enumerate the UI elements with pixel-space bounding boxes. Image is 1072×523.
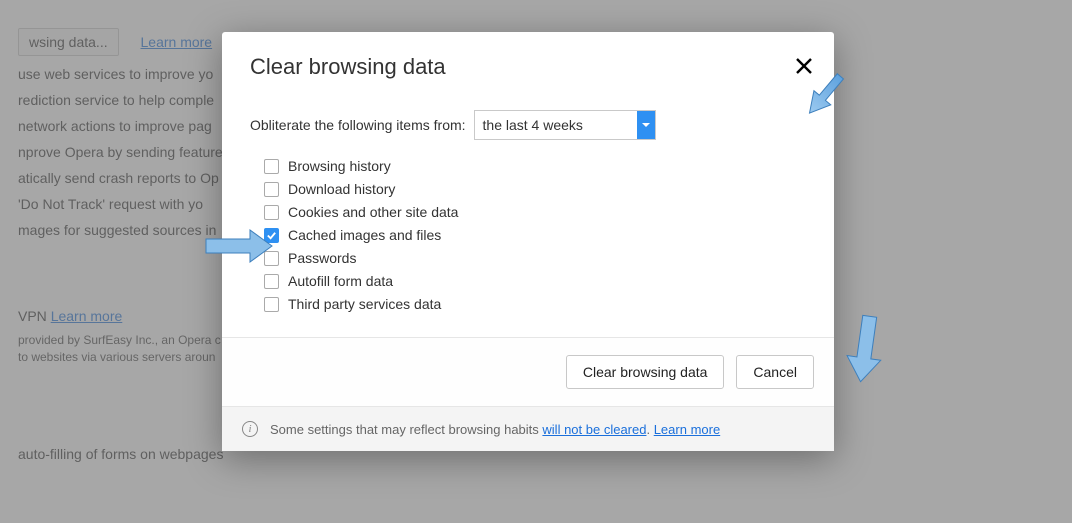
data-type-list: Browsing history Download history Cookie…	[264, 158, 806, 312]
check-label: Autofill form data	[288, 273, 393, 289]
checkbox-checked[interactable]	[264, 228, 279, 243]
clear-browsing-data-button[interactable]: Clear browsing data	[566, 355, 725, 389]
info-icon: i	[242, 421, 258, 437]
check-passwords[interactable]: Passwords	[264, 250, 806, 266]
dialog-title: Clear browsing data	[250, 54, 806, 80]
time-range-label: Obliterate the following items from:	[250, 117, 466, 133]
check-label: Cookies and other site data	[288, 204, 458, 220]
checkbox[interactable]	[264, 159, 279, 174]
footer-link-learn-more[interactable]: Learn more	[654, 422, 720, 437]
check-label: Passwords	[288, 250, 356, 266]
checkmark-icon	[266, 230, 277, 241]
close-icon	[794, 56, 814, 76]
check-browsing-history[interactable]: Browsing history	[264, 158, 806, 174]
check-label: Browsing history	[288, 158, 391, 174]
checkbox[interactable]	[264, 251, 279, 266]
check-download-history[interactable]: Download history	[264, 181, 806, 197]
checkbox[interactable]	[264, 297, 279, 312]
checkbox[interactable]	[264, 274, 279, 289]
time-range-value: the last 4 weeks	[475, 117, 637, 133]
cancel-button[interactable]: Cancel	[736, 355, 814, 389]
check-cached-images[interactable]: Cached images and files	[264, 227, 806, 243]
check-label: Third party services data	[288, 296, 441, 312]
check-cookies[interactable]: Cookies and other site data	[264, 204, 806, 220]
close-button[interactable]	[794, 56, 814, 76]
check-label: Download history	[288, 181, 395, 197]
footer-link-not-cleared[interactable]: will not be cleared	[542, 422, 646, 437]
chevron-down-icon	[637, 111, 655, 139]
check-third-party[interactable]: Third party services data	[264, 296, 806, 312]
time-range-select[interactable]: the last 4 weeks	[474, 110, 656, 140]
checkbox[interactable]	[264, 205, 279, 220]
clear-browsing-data-dialog: Clear browsing data Obliterate the follo…	[222, 32, 834, 451]
footer-text: Some settings that may reflect browsing …	[270, 422, 720, 437]
check-autofill[interactable]: Autofill form data	[264, 273, 806, 289]
checkbox[interactable]	[264, 182, 279, 197]
check-label: Cached images and files	[288, 227, 441, 243]
